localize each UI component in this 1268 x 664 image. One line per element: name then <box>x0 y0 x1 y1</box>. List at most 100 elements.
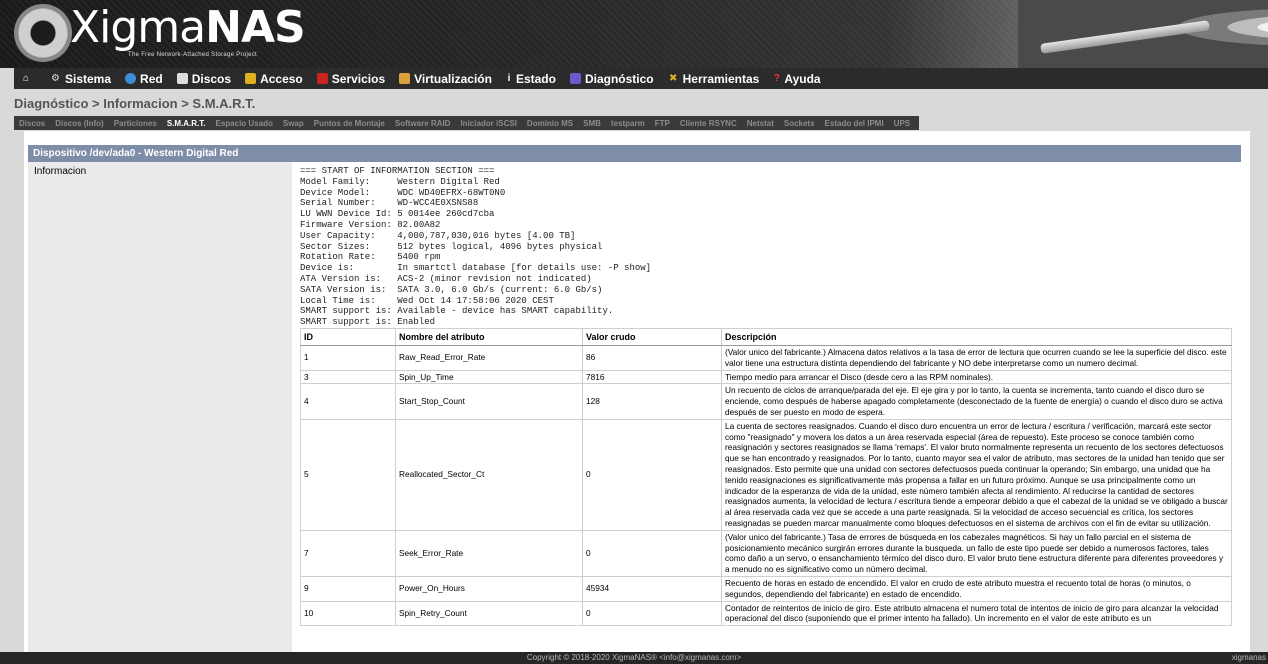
cell-name: Power_On_Hours <box>395 575 583 602</box>
tab-puntos-montaje[interactable]: Puntos de Montaje <box>314 119 385 128</box>
nav-estado[interactable]: i Estado <box>506 72 556 86</box>
help-icon: ? <box>773 73 780 84</box>
breadcrumb: Diagnóstico > Informacion > S.M.A.R.T. <box>14 96 256 111</box>
cell-value: 7816 <box>582 369 722 385</box>
gear-icon: ⚙ <box>51 73 60 84</box>
cell-value: 45934 <box>582 575 722 602</box>
logo-disc-icon <box>14 4 72 62</box>
nav-home[interactable]: ⌂ <box>14 73 36 84</box>
main-nav: ⌂ ⚙ Sistema Red Discos Acceso Servicios V… <box>14 68 1268 89</box>
nav-herramientas[interactable]: ✖ Herramientas <box>668 71 760 86</box>
label-column: Informacion <box>28 162 292 652</box>
tab-testparm[interactable]: testparm <box>611 119 645 128</box>
nav-label: Diagnóstico <box>584 71 654 86</box>
nav-servicios[interactable]: Servicios <box>316 71 386 86</box>
nav-label: Virtualización <box>414 71 492 86</box>
smart-attributes-table: ID Nombre del atributo Valor crudo Descr… <box>300 328 1232 627</box>
cell-id: 4 <box>300 383 396 420</box>
cell-value: 128 <box>582 383 722 420</box>
tab-smart[interactable]: S.M.A.R.T. <box>167 119 206 128</box>
car-icon <box>316 73 328 84</box>
tab-cliente-rsync[interactable]: Cliente RSYNC <box>680 119 737 128</box>
table-row: 9 Power_On_Hours 45934 Recuento de horas… <box>300 575 1232 602</box>
section-title: Dispositivo /dev/ada0 - Western Digital … <box>28 145 1241 162</box>
cell-value: 0 <box>582 600 722 627</box>
column-header-value: Valor crudo <box>582 328 722 346</box>
tab-smb[interactable]: SMB <box>583 119 601 128</box>
cell-description: Contador de reintentos de inicio de giro… <box>721 600 1232 627</box>
vm-icon <box>399 73 411 84</box>
tab-discos-info[interactable]: Discos (Info) <box>55 119 103 128</box>
nav-label: Herramientas <box>682 71 760 86</box>
tab-swap[interactable]: Swap <box>283 119 304 128</box>
cell-value: 0 <box>582 418 722 531</box>
disk-icon <box>176 73 188 84</box>
tab-particiones[interactable]: Particiones <box>114 119 157 128</box>
header-banner: XigmaNAS The Free Network-Attached Stora… <box>0 0 1268 68</box>
subtab-bar: Discos Discos (Info) Particiones S.M.A.R… <box>14 116 920 130</box>
footer: Copyright © 2018-2020 XigmaNAS® <info@xi… <box>0 652 1268 664</box>
cell-description: Tiempo medio para arrancar el Disco (des… <box>721 369 1232 385</box>
cell-description: (Valor unico del fabricante.) Almacena d… <box>721 345 1232 371</box>
nav-label: Ayuda <box>784 71 821 86</box>
tab-ups[interactable]: UPS <box>894 119 910 128</box>
tab-dominio-ms[interactable]: Dominio MS <box>527 119 573 128</box>
nav-acceso[interactable]: Acceso <box>245 72 303 86</box>
nav-label: Discos <box>191 71 232 86</box>
column-header-id: ID <box>300 328 396 346</box>
footer-username: xigmanas <box>1231 653 1266 662</box>
cell-name: Seek_Error_Rate <box>395 529 583 577</box>
cell-id: 7 <box>300 529 396 577</box>
nav-red[interactable]: Red <box>125 72 163 86</box>
tab-netstat[interactable]: Netstat <box>747 119 774 128</box>
table-row: 4 Start_Stop_Count 128 Un recuento de ci… <box>300 383 1232 420</box>
tab-discos[interactable]: Discos <box>19 119 45 128</box>
tab-iniciador-iscsi[interactable]: Iniciador iSCSI <box>460 119 516 128</box>
nav-virtualizacion[interactable]: Virtualización <box>399 72 492 86</box>
cell-description: Recuento de horas en estado de encendido… <box>721 575 1232 602</box>
cell-id: 9 <box>300 575 396 602</box>
table-row: 10 Spin_Retry_Count 0 Contador de reinte… <box>300 600 1232 627</box>
cell-name: Reallocated_Sector_Ct <box>395 418 583 531</box>
content-panel: Dispositivo /dev/ada0 - Western Digital … <box>24 131 1250 652</box>
cell-value: 86 <box>582 345 722 371</box>
logo[interactable]: XigmaNAS <box>70 2 306 53</box>
nav-label: Sistema <box>65 71 112 86</box>
cell-id: 5 <box>300 418 396 531</box>
diagnostic-icon <box>569 73 581 84</box>
globe-icon <box>125 73 137 84</box>
cell-id: 1 <box>300 345 396 371</box>
tab-espacio-usado[interactable]: Espacio Usado <box>216 119 273 128</box>
logo-tagline: The Free Network-Attached Storage Projec… <box>128 52 258 58</box>
table-header-row: ID Nombre del atributo Valor crudo Descr… <box>300 328 1232 346</box>
tab-ftp[interactable]: FTP <box>655 119 670 128</box>
lock-icon <box>245 73 257 84</box>
tab-sockets[interactable]: Sockets <box>784 119 815 128</box>
column-header-name: Nombre del atributo <box>395 328 583 346</box>
nav-label: Red <box>140 71 163 86</box>
smart-info-text: === START OF INFORMATION SECTION === Mod… <box>300 166 652 328</box>
table-row: 3 Spin_Up_Time 7816 Tiempo medio para ar… <box>300 369 1232 385</box>
nav-ayuda[interactable]: ? Ayuda <box>773 71 821 86</box>
cell-description: La cuenta de sectores reasignados. Cuand… <box>721 418 1232 531</box>
nav-diagnostico[interactable]: Diagnóstico <box>569 71 654 86</box>
info-icon: i <box>507 73 511 84</box>
tab-software-raid[interactable]: Software RAID <box>395 119 451 128</box>
nav-sistema[interactable]: ⚙ Sistema <box>50 72 111 86</box>
nav-discos[interactable]: Discos <box>176 71 232 86</box>
cell-name: Spin_Retry_Count <box>395 600 583 627</box>
cell-id: 3 <box>300 369 396 385</box>
tab-estado-ipmi[interactable]: Estado del IPMI <box>825 119 884 128</box>
cell-name: Start_Stop_Count <box>395 383 583 420</box>
cell-value: 0 <box>582 529 722 577</box>
nav-label: Servicios <box>331 71 386 86</box>
table-row: 1 Raw_Read_Error_Rate 86 (Valor unico de… <box>300 345 1232 371</box>
nav-label: Estado <box>515 71 556 86</box>
table-row: 7 Seek_Error_Rate 0 (Valor unico del fab… <box>300 529 1232 577</box>
info-label: Informacion <box>34 166 87 177</box>
column-header-description: Descripción <box>721 328 1232 346</box>
cell-description: (Valor unico del fabricante.) Tasa de er… <box>721 529 1232 577</box>
cell-description: Un recuento de ciclos de arranque/parada… <box>721 383 1232 420</box>
cell-id: 10 <box>300 600 396 627</box>
cell-name: Spin_Up_Time <box>395 369 583 385</box>
